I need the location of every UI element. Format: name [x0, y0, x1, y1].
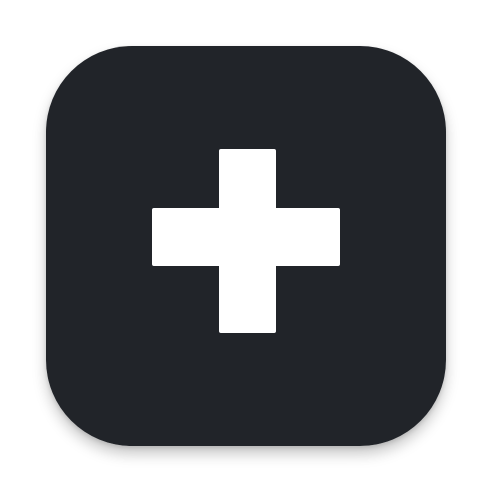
canvas: [0, 0, 492, 492]
plus-shape: [152, 149, 340, 333]
plus-icon: [152, 149, 340, 333]
app-icon[interactable]: [46, 46, 446, 446]
